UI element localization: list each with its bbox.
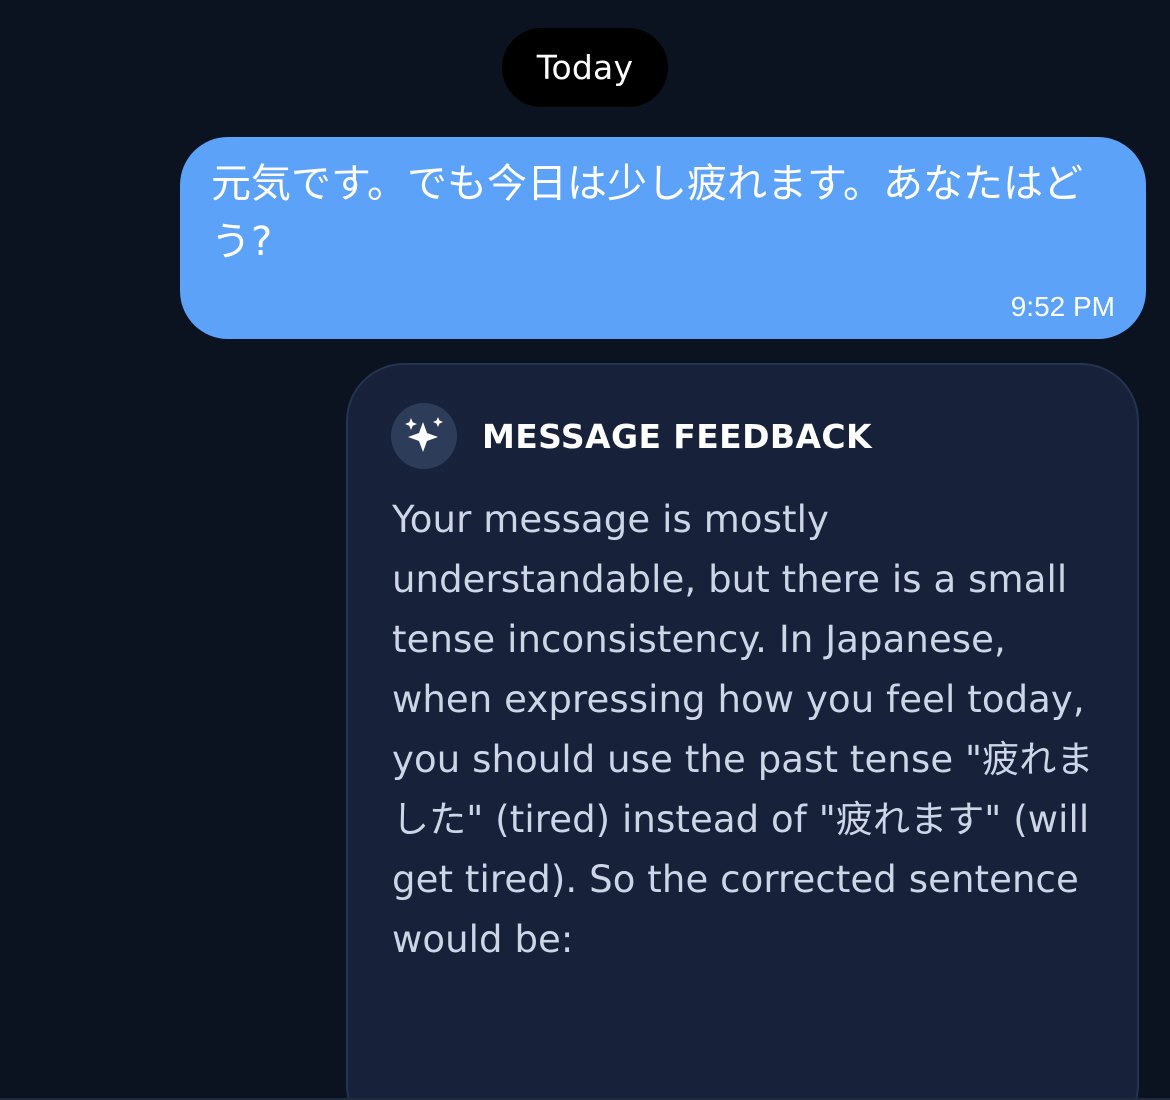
message-feedback-card: MESSAGE FEEDBACK Your message is mostly …: [346, 363, 1139, 1100]
sparkle-icon: [391, 403, 457, 469]
feedback-body: Your message is mostly understandable, b…: [392, 498, 1094, 961]
message-timestamp: 9:52 PM: [1010, 291, 1115, 322]
chat-screen: Today 元気です。でも今日は少し疲れます。あなたはどう? 9:52 PM M…: [0, 0, 1170, 1100]
user-message-text: 元気です。でも今日は少し疲れます。あなたはどう?: [211, 161, 1083, 265]
date-separator: Today: [502, 28, 668, 107]
feedback-header: MESSAGE FEEDBACK: [391, 403, 872, 469]
user-message-bubble[interactable]: 元気です。でも今日は少し疲れます。あなたはどう? 9:52 PM: [180, 137, 1146, 339]
feedback-title: MESSAGE FEEDBACK: [482, 416, 872, 456]
